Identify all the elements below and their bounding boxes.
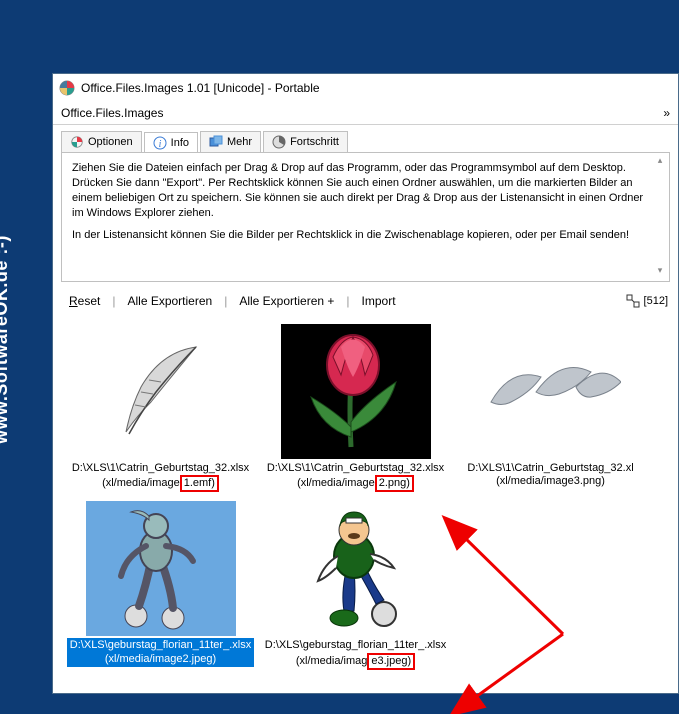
tab-label: Fortschritt: [290, 136, 339, 148]
menubar: Office.Files.Images »: [53, 102, 678, 125]
tab-label: Info: [171, 137, 189, 149]
info-text: Ziehen Sie die Dateien einfach per Drag …: [72, 161, 649, 243]
tab-label: Mehr: [227, 136, 252, 148]
resize-icon: [626, 294, 640, 308]
reset-button[interactable]: Reset: [63, 292, 106, 310]
thumbnail-item-selected[interactable]: D:\XLS\geburstag_florian_11ter_.xlsx (xl…: [63, 497, 258, 674]
thumbnail-image: [86, 324, 236, 459]
watermark-text: www.SoftwareOK.de :-): [0, 235, 12, 444]
thumbnail-item[interactable]: D:\XLS\1\Catrin_Geburtstag_32.xlsx (xl/m…: [63, 320, 258, 497]
info-paragraph-1: Ziehen Sie die Dateien einfach per Drag …: [72, 161, 649, 220]
scroll-up-icon[interactable]: ▴: [653, 155, 667, 169]
highlight-box: 2.png): [375, 475, 414, 492]
separator: |: [222, 294, 229, 308]
titlebar: Office.Files.Images 1.01 [Unicode] - Por…: [53, 74, 678, 102]
thumbnail-item[interactable]: D:\XLS\1\Catrin_Geburtstag_32.xlsx (xl/m…: [258, 320, 453, 497]
export-all-button[interactable]: Alle Exportieren: [121, 292, 218, 310]
size-indicator[interactable]: [512]: [626, 294, 668, 308]
app-icon: [59, 80, 75, 96]
options-icon: [70, 135, 84, 149]
progress-icon: [272, 135, 286, 149]
thumbnail-image: [86, 501, 236, 636]
tab-mehr[interactable]: Mehr: [200, 131, 261, 152]
svg-text:i: i: [158, 139, 161, 150]
tab-label: Optionen: [88, 136, 133, 148]
thumbnail-image: [281, 324, 431, 459]
info-panel: ▴ Ziehen Sie die Dateien einfach per Dra…: [61, 152, 670, 282]
separator: |: [344, 294, 351, 308]
thumbnail-image: [476, 324, 626, 459]
export-all-plus-button[interactable]: Alle Exportieren +: [233, 292, 340, 310]
tab-info[interactable]: i Info: [144, 132, 198, 153]
scroll-down-icon[interactable]: ▾: [653, 265, 667, 279]
annotation-arrows: [333, 514, 613, 714]
tab-optionen[interactable]: Optionen: [61, 131, 142, 152]
info-icon: i: [153, 136, 167, 150]
tab-fortschritt[interactable]: Fortschritt: [263, 131, 348, 152]
highlight-box: 1.emf): [180, 475, 219, 492]
info-paragraph-2: In der Listenansicht können Sie die Bild…: [72, 228, 649, 243]
import-button[interactable]: Import: [356, 292, 402, 310]
app-window: Office.Files.Images 1.01 [Unicode] - Por…: [52, 73, 679, 694]
thumbnail-label: D:\XLS\1\Catrin_Geburtstag_32.xlsx (xl/m…: [67, 461, 254, 493]
thumbnail-label: D:\XLS\geburstag_florian_11ter_.xlsx (xl…: [67, 638, 254, 666]
tabstrip: Optionen i Info Mehr: [53, 125, 678, 152]
menu-item-office[interactable]: Office.Files.Images: [61, 106, 163, 120]
window-title: Office.Files.Images 1.01 [Unicode] - Por…: [81, 81, 320, 95]
thumbnail-item[interactable]: D:\XLS\1\Catrin_Geburtstag_32.xl (xl/med…: [453, 320, 648, 497]
separator: |: [110, 294, 117, 308]
thumbnail-label: D:\XLS\1\Catrin_Geburtstag_32.xlsx (xl/m…: [262, 461, 449, 493]
size-value: [512]: [644, 295, 668, 307]
more-icon: [209, 135, 223, 149]
menu-overflow[interactable]: »: [663, 106, 670, 120]
toolbar: Reset | Alle Exportieren | Alle Exportie…: [53, 288, 678, 314]
thumbnail-label: D:\XLS\1\Catrin_Geburtstag_32.xl (xl/med…: [457, 461, 644, 489]
